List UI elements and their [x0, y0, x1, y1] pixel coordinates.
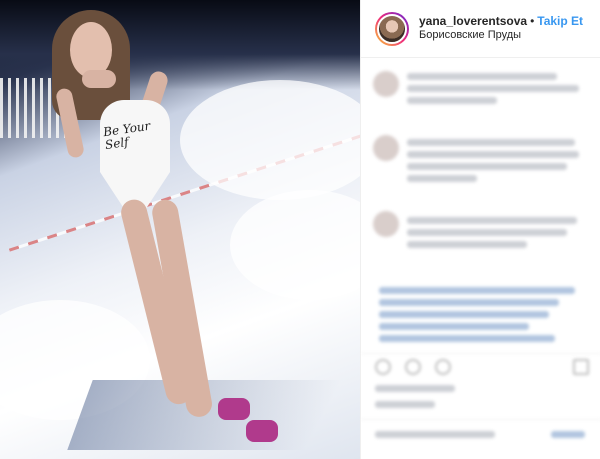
comment-line — [407, 73, 557, 80]
share-icon[interactable] — [435, 359, 451, 375]
hashtag-line — [379, 311, 549, 318]
separator-dot: • — [530, 14, 535, 29]
comment-line — [407, 241, 527, 248]
hashtag-line — [379, 299, 559, 306]
comment-line — [407, 217, 577, 224]
avatar[interactable] — [375, 11, 409, 46]
comment-line — [407, 175, 477, 182]
comment-icon[interactable] — [405, 359, 421, 375]
snow-drift — [180, 80, 360, 200]
post-photo[interactable]: Be Your Self — [0, 0, 360, 459]
hashtag-line — [379, 287, 575, 294]
likes-line — [375, 385, 455, 392]
comment-line — [407, 139, 575, 146]
post-comment-button[interactable] — [551, 431, 585, 438]
instagram-post: Be Your Self yana_loverentsova • Takip Et … — [0, 0, 600, 459]
snow-shadow — [67, 380, 360, 450]
post-sidebar: yana_loverentsova • Takip Et Борисовские П… — [360, 0, 600, 459]
snow-drift — [230, 190, 360, 300]
add-comment-placeholder[interactable] — [375, 431, 495, 438]
commenter-avatar — [373, 71, 399, 97]
post-header: yana_loverentsova • Takip Et Борисовские П… — [361, 0, 600, 58]
avatar-image — [377, 13, 407, 44]
hands — [82, 70, 116, 88]
commenter-avatar — [373, 211, 399, 237]
location-link[interactable]: Борисовские Пруды — [419, 29, 583, 43]
divider — [361, 353, 600, 354]
comment-line — [407, 163, 567, 170]
right-shoe — [246, 420, 278, 442]
hashtag-line — [379, 323, 529, 330]
comment-line — [407, 97, 497, 104]
hashtag-line — [379, 335, 555, 342]
commenter-avatar — [373, 135, 399, 161]
heart-icon[interactable] — [375, 359, 391, 375]
bookmark-icon[interactable] — [573, 359, 589, 375]
username-link[interactable]: yana_loverentsova — [419, 14, 527, 28]
blurred-comments-area — [361, 59, 600, 459]
date-line — [375, 401, 435, 408]
divider — [361, 419, 600, 420]
comment-line — [407, 229, 567, 236]
follow-button[interactable]: Takip Et — [537, 14, 583, 28]
left-shoe — [218, 398, 250, 420]
header-info: yana_loverentsova • Takip Et Борисовские П… — [419, 14, 583, 43]
comment-line — [407, 151, 579, 158]
comment-line — [407, 85, 579, 92]
